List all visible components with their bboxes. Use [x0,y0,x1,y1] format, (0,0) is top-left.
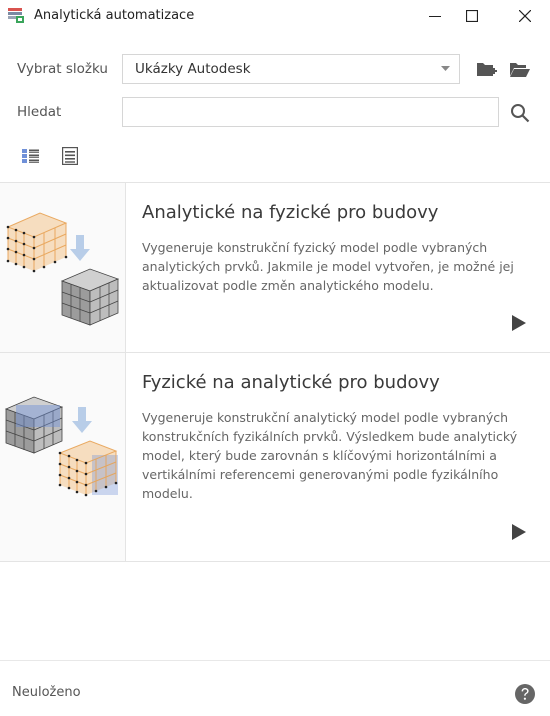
folder-select[interactable]: Ukázky Autodesk [122,54,460,84]
window-title: Analytická automatizace [34,8,195,23]
list-view-button[interactable] [59,145,81,167]
search-icon [511,104,530,123]
item-description: Vygeneruje konstrukční fyzický model pod… [142,240,514,293]
new-folder-button[interactable] [475,57,499,81]
open-folder-icon [510,62,530,77]
search-button[interactable] [508,101,532,125]
chevron-down-icon [441,66,450,71]
close-button[interactable] [502,0,548,32]
save-status: Neuloženo [12,685,81,700]
folder-label: Vybrat složku [17,61,108,77]
detail-view-button[interactable] [19,146,41,166]
list-item[interactable]: Analytické na fyzické pro budovy Vygener… [0,183,550,353]
search-input[interactable] [122,97,499,127]
automation-list: Analytické na fyzické pro budovy Vygener… [0,182,550,562]
play-icon[interactable] [512,315,526,331]
item-title: Analytické na fyzické pro budovy [142,202,439,223]
title-bar: Analytická automatizace [0,0,550,32]
close-icon [519,10,531,22]
building-model-illustration [6,212,120,326]
item-description: Vygeneruje konstrukční analytický model … [142,410,518,501]
status-bar: Neuloženo [0,660,550,716]
list-icon [62,147,78,165]
folder-select-value: Ukázky Autodesk [135,61,251,77]
analytical-to-physical-thumbnail [0,183,126,352]
detail-list-icon [21,149,39,163]
play-icon[interactable] [512,524,526,540]
new-folder-icon [477,63,497,76]
search-label: Hledat [17,104,62,120]
minimize-icon [429,16,441,17]
building-model-illustration [4,396,118,497]
physical-to-analytical-thumbnail [0,353,126,561]
maximize-icon [466,10,478,22]
help-icon[interactable] [514,683,536,705]
maximize-button[interactable] [449,0,495,32]
open-folder-button[interactable] [507,57,533,81]
item-title: Fyzické na analytické pro budovy [142,372,440,393]
list-item[interactable]: Fyzické na analytické pro budovy Vygener… [0,353,550,562]
analytics-automation-app-icon [7,6,25,24]
